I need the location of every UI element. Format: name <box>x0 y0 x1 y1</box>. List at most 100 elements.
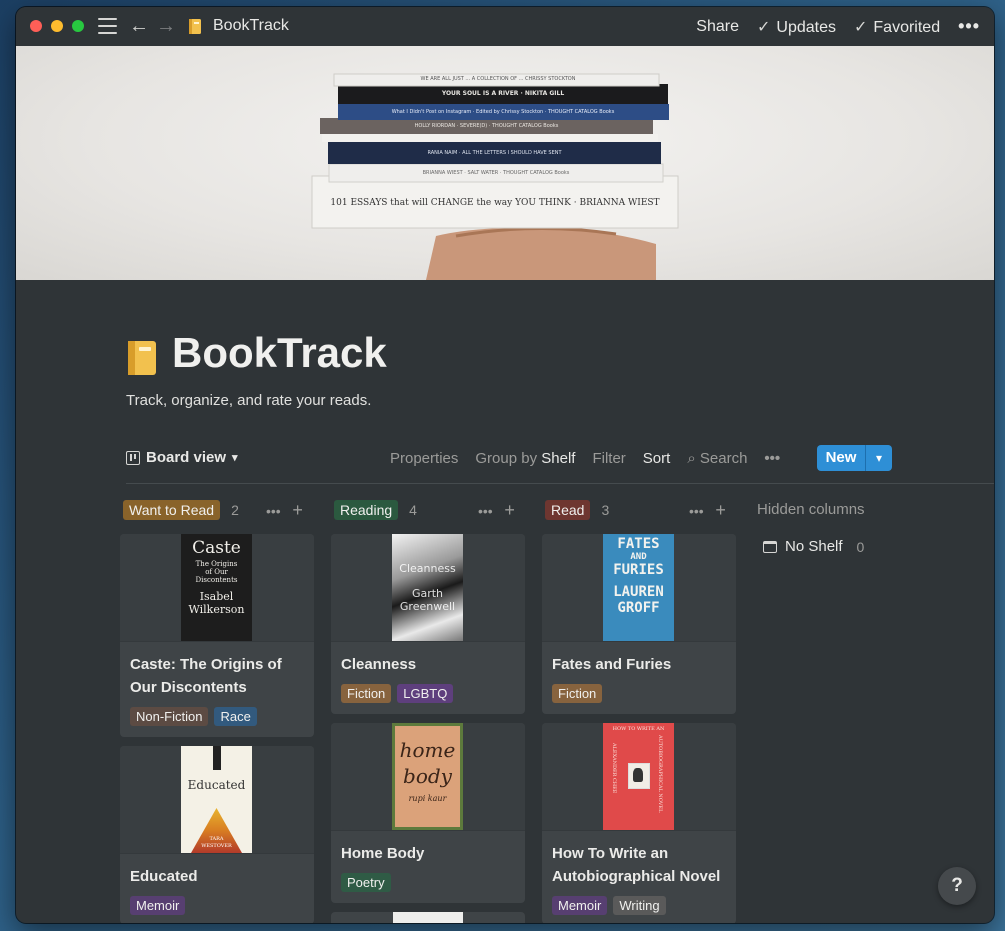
column-tag: Want to Read <box>123 500 221 520</box>
board-card[interactable]: Educated TARA WESTOVER Educated Memoir <box>120 746 314 923</box>
board-card[interactable]: HOW TO WRITE AN AUTOBIOGRAPHICAL NOVEL A… <box>542 723 736 923</box>
book-cover-image: Educated TARA WESTOVER <box>181 746 252 853</box>
forward-arrow-icon[interactable]: → <box>156 15 176 38</box>
more-options-icon[interactable]: ••• <box>689 503 704 519</box>
page-cover-image: WE ARE ALL JUST ... A COLLECTION OF ... … <box>16 46 994 280</box>
inbox-icon <box>763 540 777 553</box>
card-cover: home body rupi kaur <box>331 723 525 831</box>
chevron-down-icon[interactable]: ▾ <box>866 445 892 471</box>
group-by-label: Group by <box>475 450 538 467</box>
tag-fiction: Fiction <box>341 684 392 703</box>
tag-race: Race <box>214 707 257 726</box>
sort-button[interactable]: Sort <box>643 450 671 467</box>
column-header-want-to-read[interactable]: Want to Read 2 <box>123 500 239 520</box>
board-card[interactable]: home body rupi kaur Home Body Poetry <box>331 723 525 903</box>
card-cover: Cleanness Garth Greenwell <box>331 534 525 642</box>
tag-fiction: Fiction <box>552 684 603 703</box>
board-card[interactable]: FATES AND FURIES LAUREN GROFF Fates and … <box>542 534 736 714</box>
page-title[interactable]: BookTrack <box>172 329 387 377</box>
book-spine: 101 ESSAYS that will CHANGE the way YOU … <box>330 198 660 208</box>
tag-poetry: Poetry <box>341 873 391 892</box>
hidden-columns-label: Hidden columns <box>757 501 865 518</box>
favorited-button[interactable]: ✓ Favorited <box>854 17 940 37</box>
group-by-value: Shelf <box>541 450 576 467</box>
new-label: New <box>825 449 857 466</box>
titlebar: ← → BookTrack Share ✓ Updates ✓ Favorited … <box>16 7 994 46</box>
more-options-icon[interactable]: ••• <box>266 503 281 519</box>
no-shelf-column[interactable]: No Shelf 0 <box>763 538 864 555</box>
help-button[interactable]: ? <box>938 867 976 905</box>
card-cover: HOW TO WRITE AN AUTOBIOGRAPHICAL NOVEL A… <box>542 723 736 831</box>
card-title: How To Write an Autobiographical Novel <box>552 845 721 885</box>
add-icon[interactable]: + <box>715 500 726 520</box>
book-cover-image: HOW TO WRITE AN AUTOBIOGRAPHICAL NOVEL A… <box>603 723 674 830</box>
column-header-reading[interactable]: Reading 4 <box>334 500 417 520</box>
column-count: 4 <box>409 502 417 518</box>
card-title: Fates and Furies <box>552 656 672 673</box>
search-label: Search <box>699 450 748 467</box>
new-button[interactable]: New ▾ <box>817 445 892 471</box>
book-cover-image: home body rupi kaur <box>392 723 463 830</box>
book-icon[interactable] <box>126 339 158 377</box>
column-actions: ••• + <box>689 500 726 521</box>
updates-button[interactable]: ✓ Updates <box>757 17 836 37</box>
card-cover: Educated TARA WESTOVER <box>120 746 314 854</box>
board-card[interactable]: Caste The Origins of Our Discontents Isa… <box>120 534 314 737</box>
tag-memoir: Memoir <box>130 896 186 915</box>
book-cover-image: Caste The Origins of Our Discontents Isa… <box>181 534 252 641</box>
more-options-icon[interactable]: ••• <box>478 503 493 519</box>
card-title: Home Body <box>341 845 425 862</box>
tag-lgbtq: LGBTQ <box>397 684 454 703</box>
column-actions: ••• + <box>266 500 303 521</box>
board-card[interactable] <box>331 912 525 923</box>
view-switcher[interactable]: Board view ▾ <box>126 449 238 466</box>
more-options-icon[interactable]: ••• <box>958 16 980 37</box>
book-spine: WE ARE ALL JUST ... A COLLECTION OF ... … <box>420 76 576 82</box>
no-shelf-label: No Shelf <box>785 538 843 555</box>
column-actions: ••• + <box>478 500 515 521</box>
window-title[interactable]: BookTrack <box>213 17 289 35</box>
tag-writing: Writing <box>613 896 666 915</box>
search-button[interactable]: ⌕ Search <box>687 450 747 467</box>
book-spine: RANIA NAIM · ALL THE LETTERS I SHOULD HA… <box>427 150 562 156</box>
column-count: 2 <box>231 502 239 518</box>
book-spine: What I Didn't Post on Instagram · Edited… <box>391 109 615 115</box>
card-title: Caste: The Origins of Our Discontents <box>130 656 282 696</box>
updates-label: Updates <box>776 18 836 36</box>
favorited-label: Favorited <box>873 18 941 36</box>
back-arrow-icon[interactable]: ← <box>129 15 149 38</box>
database-toolbar: Board view ▾ Properties Group by Shelf F… <box>126 445 992 473</box>
close-window-button[interactable] <box>30 20 42 32</box>
add-icon[interactable]: + <box>292 500 303 520</box>
add-icon[interactable]: + <box>504 500 515 520</box>
sidebar-toggle-icon[interactable] <box>98 18 117 34</box>
app-window: ← → BookTrack Share ✓ Updates ✓ Favorited … <box>16 7 994 923</box>
minimize-window-button[interactable] <box>51 20 63 32</box>
book-cover-image: FATES AND FURIES LAUREN GROFF <box>603 534 674 641</box>
check-icon: ✓ <box>853 18 868 36</box>
book-spine: HOLLY RIORDAN · SEVERE(D) · THOUGHT CATA… <box>414 123 559 129</box>
board-card[interactable]: Cleanness Garth Greenwell Cleanness Fict… <box>331 534 525 714</box>
card-cover: FATES AND FURIES LAUREN GROFF <box>542 534 736 642</box>
book-cover-image: Cleanness Garth Greenwell <box>392 534 463 641</box>
book-cover-image <box>393 912 463 923</box>
page-description[interactable]: Track, organize, and rate your reads. <box>126 392 371 409</box>
column-tag: Reading <box>334 500 399 520</box>
filter-button[interactable]: Filter <box>592 450 625 467</box>
column-tag: Read <box>545 500 591 520</box>
no-shelf-count: 0 <box>856 538 865 555</box>
column-count: 3 <box>601 502 610 518</box>
card-title: Cleanness <box>341 656 417 673</box>
book-spine: YOUR SOUL IS A RIVER · NIKITA GILL <box>441 90 565 97</box>
more-options-icon[interactable]: ••• <box>764 450 780 467</box>
tag-non-fiction: Non-Fiction <box>130 707 209 726</box>
view-label: Board view <box>146 449 227 466</box>
column-header-read[interactable]: Read 3 <box>545 500 609 520</box>
maximize-window-button[interactable] <box>72 20 84 32</box>
group-by-button[interactable]: Group by Shelf <box>475 450 575 467</box>
board-icon <box>126 450 140 465</box>
card-title: Educated <box>130 868 198 885</box>
properties-button[interactable]: Properties <box>390 450 458 467</box>
share-button[interactable]: Share <box>696 18 739 36</box>
book-icon <box>189 19 201 34</box>
